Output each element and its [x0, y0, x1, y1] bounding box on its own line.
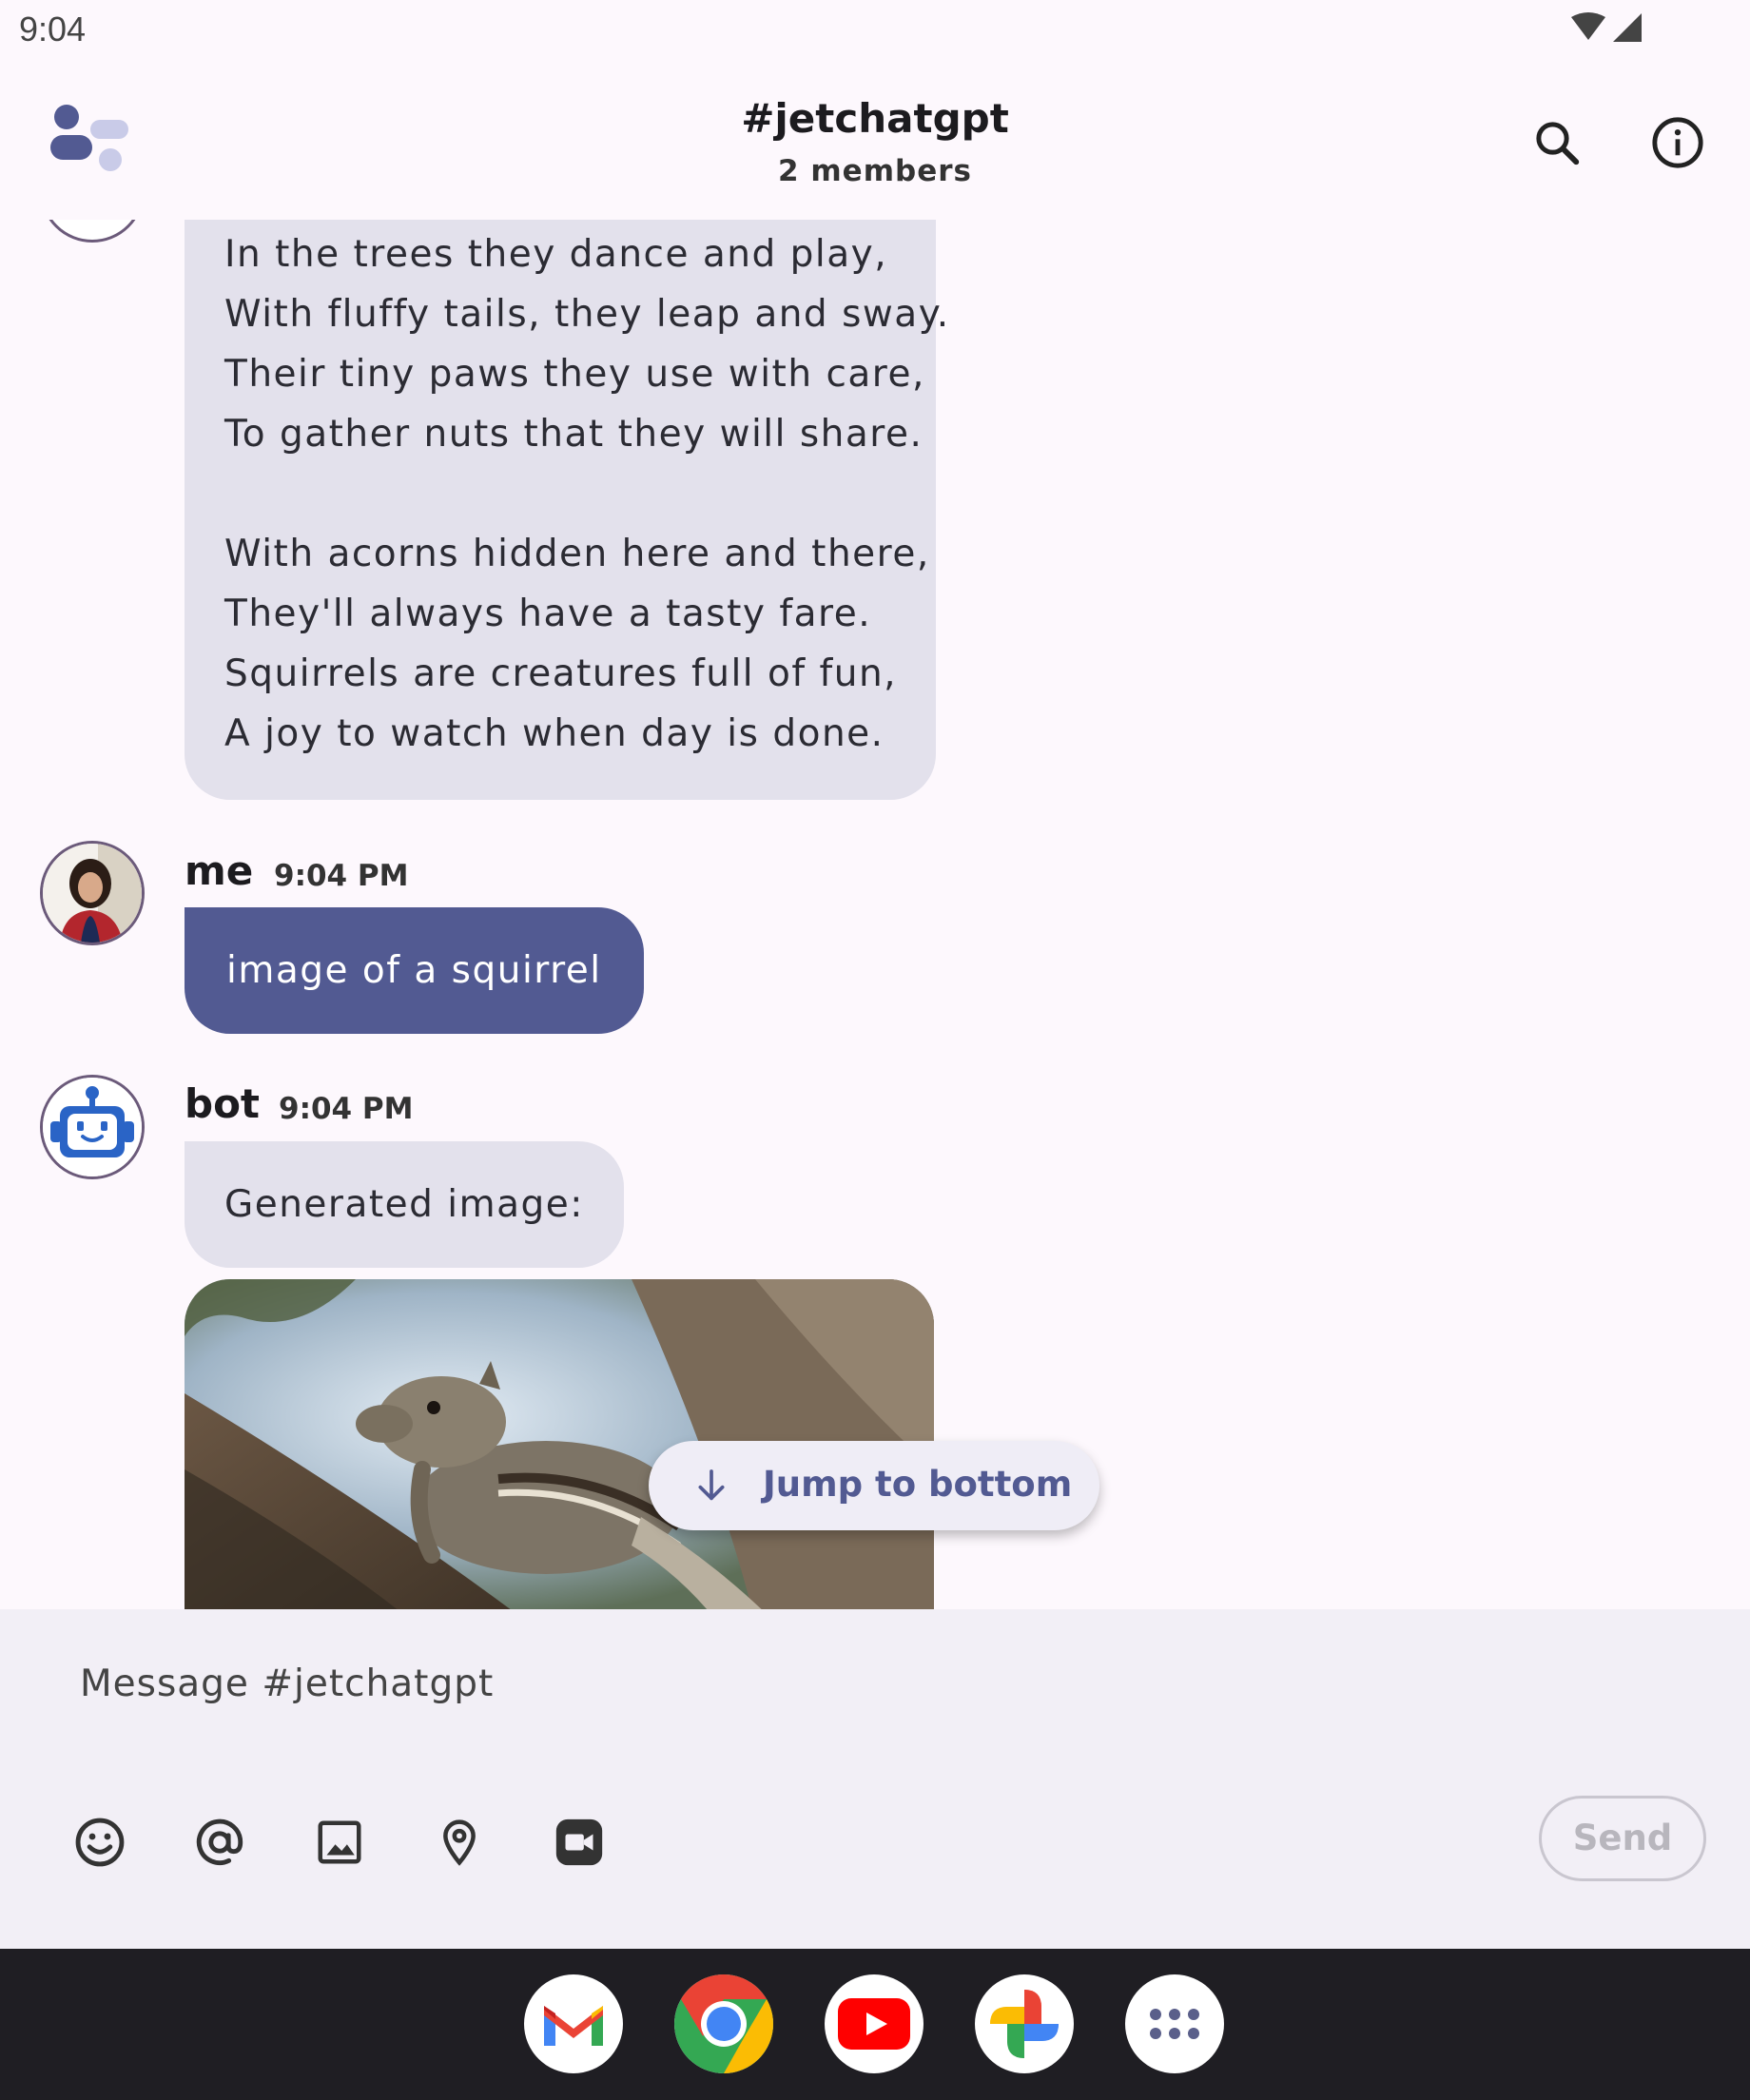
- top-app-bar: #jetchatgpt 2 members: [0, 63, 1750, 220]
- avatar[interactable]: [40, 220, 145, 243]
- jump-to-bottom-label: Jump to bottom: [763, 1464, 1073, 1505]
- status-bar: 9:04: [0, 0, 1750, 63]
- my-message-bubble: image of a squirrel: [185, 907, 644, 1034]
- poem-line: Squirrels are creatures full of fun,: [224, 652, 898, 695]
- message-author[interactable]: bot: [185, 1080, 260, 1127]
- location-button[interactable]: [426, 1809, 493, 1876]
- photos-app[interactable]: [975, 1974, 1074, 2073]
- search-button[interactable]: [1519, 105, 1595, 181]
- location-icon: [443, 1819, 476, 1866]
- poem-line: [224, 464, 950, 524]
- chrome-app[interactable]: [674, 1974, 773, 2073]
- bot-message-text: Generated image:: [224, 1183, 584, 1226]
- channel-title[interactable]: #jetchatgpt: [0, 95, 1750, 142]
- send-button[interactable]: Send: [1539, 1796, 1706, 1881]
- jump-to-bottom-button[interactable]: Jump to bottom: [649, 1441, 1099, 1530]
- channel-member-count: 2 members: [778, 154, 972, 188]
- app-dock: [0, 1949, 1750, 2100]
- poem-line: In the trees they dance and play,: [224, 233, 888, 276]
- message-timestamp: 9:04 PM: [279, 1092, 414, 1126]
- user-photo-icon: [43, 844, 142, 943]
- status-icons: [1569, 11, 1645, 46]
- info-icon: [1652, 117, 1703, 168]
- poem-line: They'll always have a tasty fare.: [224, 593, 872, 635]
- youtube-app[interactable]: [825, 1974, 924, 2073]
- message-composer: Message #jetchatgpt Send: [0, 1609, 1750, 1949]
- chrome-icon: [674, 1974, 773, 2073]
- status-time: 9:04: [19, 10, 87, 49]
- wifi-signal-icon: [1571, 12, 1642, 42]
- mention-button[interactable]: [186, 1809, 253, 1876]
- gmail-app[interactable]: [524, 1974, 623, 2073]
- image-button[interactable]: [306, 1809, 373, 1876]
- poem-line: A joy to watch when day is done.: [224, 712, 885, 755]
- jetchat-screen: 9:04 #jetchatgpt 2 members In the trees …: [0, 0, 1750, 2100]
- youtube-icon: [838, 1998, 910, 2050]
- poem-message-bubble: In the trees they dance and play, With f…: [185, 220, 948, 800]
- photos-icon: [990, 1990, 1059, 2058]
- message-author[interactable]: me: [185, 847, 253, 894]
- app-drawer[interactable]: [1125, 1974, 1224, 2073]
- app-drawer-icon: [1150, 2009, 1199, 2039]
- message-input[interactable]: Message #jetchatgpt: [80, 1662, 494, 1705]
- poem-line: Their tiny paws they use with care,: [224, 353, 925, 396]
- message-timestamp: 9:04 PM: [274, 859, 409, 893]
- mention-icon: [196, 1818, 243, 1865]
- search-icon: [1536, 122, 1580, 165]
- emoji-icon: [75, 1818, 125, 1867]
- arrow-down-icon: [698, 1469, 725, 1501]
- poem-line: With acorns hidden here and there,: [224, 533, 930, 575]
- message-list[interactable]: In the trees they dance and play, With f…: [0, 220, 1750, 1609]
- gmail-icon: [544, 2006, 603, 2046]
- emoji-button[interactable]: [67, 1809, 133, 1876]
- info-button[interactable]: [1640, 105, 1716, 181]
- poem-line: With fluffy tails, they leap and sway.: [224, 293, 950, 336]
- robot-icon: [43, 1078, 142, 1176]
- bot-avatar[interactable]: [40, 1075, 145, 1179]
- image-icon: [318, 1820, 361, 1864]
- my-message-text: image of a squirrel: [226, 949, 602, 992]
- poem-line: To gather nuts that they will share.: [224, 413, 924, 456]
- user-avatar[interactable]: [40, 841, 145, 945]
- bot-message-bubble: Generated image:: [185, 1141, 624, 1268]
- video-button[interactable]: [546, 1809, 612, 1876]
- video-icon: [555, 1818, 603, 1866]
